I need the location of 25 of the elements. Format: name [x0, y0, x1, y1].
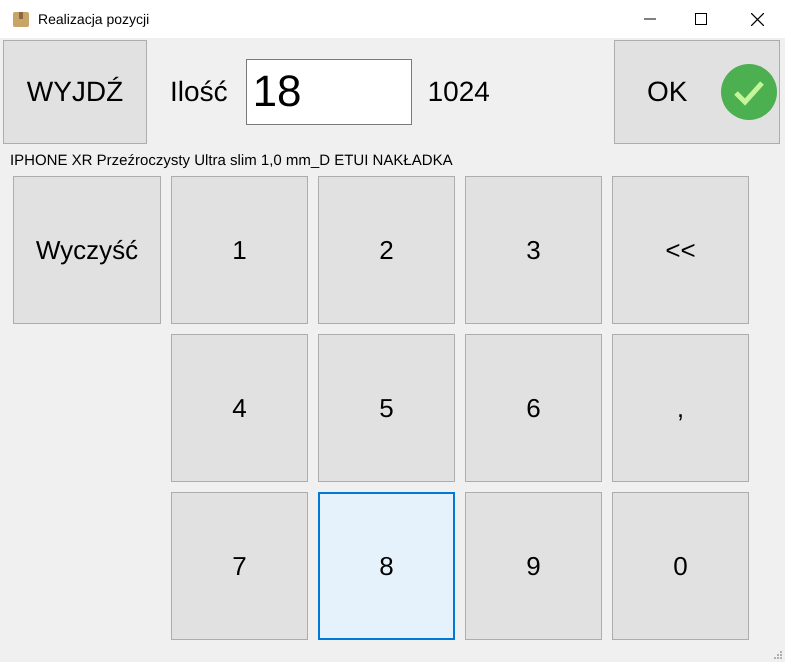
close-icon	[750, 12, 764, 26]
package-icon	[12, 10, 30, 28]
keypad-key[interactable]: 2	[318, 176, 455, 324]
keypad-key[interactable]: 5	[318, 334, 455, 482]
maximize-icon	[695, 13, 707, 25]
quantity-label: Ilość	[170, 75, 228, 109]
keypad-key[interactable]: 3	[465, 176, 602, 324]
keypad-key[interactable]: 8	[318, 492, 455, 640]
stock-count: 1024	[428, 75, 490, 109]
keypad-key[interactable]: 6	[465, 334, 602, 482]
keypad-key[interactable]: 0	[612, 492, 749, 640]
ok-button[interactable]: OK	[614, 40, 780, 144]
product-name: IPHONE XR Przeźroczysty Ultra slim 1,0 mm_D ETUI NAKŁADKA	[10, 152, 454, 170]
keypad-key[interactable]: <<	[612, 176, 749, 324]
quantity-field[interactable]: 18	[246, 59, 412, 125]
keypad-key[interactable]: 7	[171, 492, 308, 640]
resize-grip-icon	[774, 651, 782, 659]
keypad-key[interactable]: 1	[171, 176, 308, 324]
exit-button[interactable]: WYJDŹ	[3, 40, 147, 144]
keypad-key[interactable]: 4	[171, 334, 308, 482]
keypad-key[interactable]: 9	[465, 492, 602, 640]
checkmark-icon	[721, 64, 777, 120]
clear-button[interactable]: Wyczyść	[13, 176, 161, 324]
keypad-key[interactable]: ,	[612, 334, 749, 482]
window-title: Realizacja pozycji	[38, 10, 150, 29]
